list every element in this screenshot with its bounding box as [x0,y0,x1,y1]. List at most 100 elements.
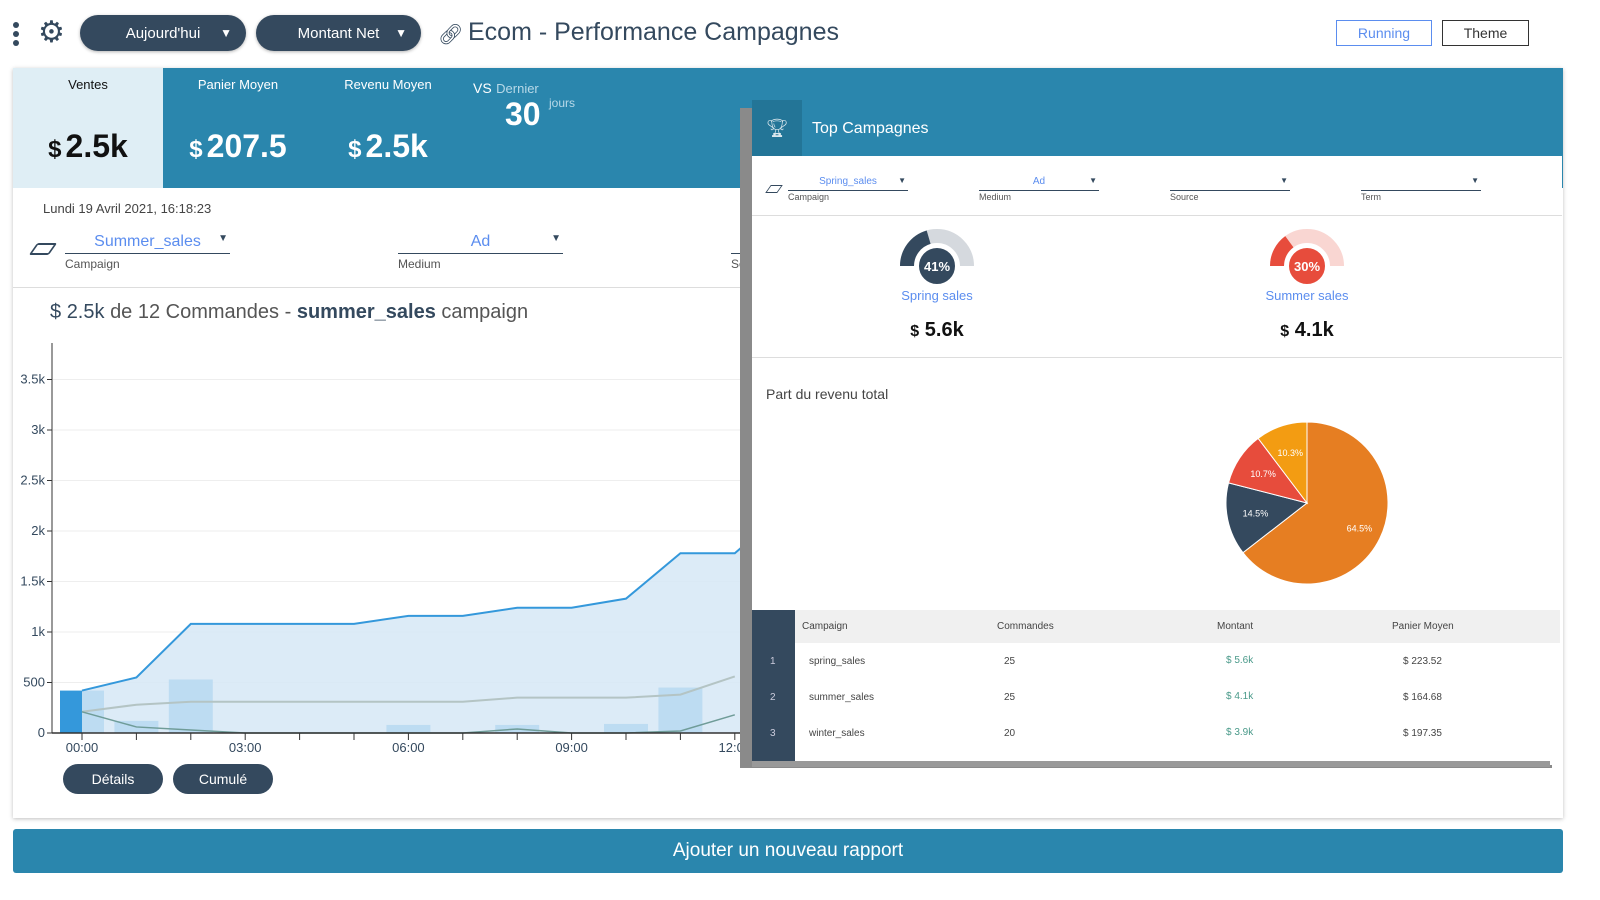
gauge-amount: $ 5.6k [857,319,1017,342]
cumulative-button[interactable]: Cumulé [173,764,273,794]
pie-title: Part du revenu total [766,386,889,402]
theme-button[interactable]: Theme [1442,20,1529,46]
top-term-select[interactable]: ▼ [1361,176,1481,191]
kpi-label: Panier Moyen [197,77,279,92]
filter-label: Term [1361,192,1381,202]
y-tick-label: 2.5k [20,473,45,488]
eraser-icon[interactable] [765,185,783,193]
currency: $ [48,136,62,163]
cell-campaign[interactable]: summer_sales [809,692,874,703]
gauge-campaign-name[interactable]: Spring sales [857,288,1017,303]
trophy-icon: 🏆︎ [752,100,802,156]
campaign-name: summer_sales [296,301,436,323]
kpi-value: 207.5 [206,128,287,164]
pie-label: 14.5% [1243,509,1269,519]
cell-campaign[interactable]: winter_sales [809,728,865,739]
cell-commandes: 25 [1004,692,1016,703]
column-header[interactable]: Montant [1217,621,1253,632]
currency: $ [50,301,62,323]
filter-label: Medium [979,192,1012,202]
select-value: Spring_sales [819,176,877,187]
x-tick-label: 09:00 [555,740,588,755]
add-report-button[interactable]: Ajouter un nouveau rapport [13,829,1563,873]
period-dropdown[interactable]: Aujourd'hui ▼ [80,15,246,51]
chevron-down-icon: ▼ [898,176,906,185]
comparison-period[interactable]: VS Dernier 30 jours [473,80,593,133]
cell-commandes: 25 [1004,656,1016,667]
panel-title: Top Campagnes [812,120,929,137]
kpi-value: 2.5k [65,128,128,164]
currency: $ [189,136,203,163]
period-label: Aujourd'hui [125,24,201,42]
timestamp: Lundi 19 Avril 2021, 16:18:23 [43,201,212,216]
column-header[interactable]: Commandes [997,621,1054,632]
table-index-column [752,610,795,765]
currency: $ [1280,323,1290,340]
gauge-1[interactable]: 30% Summer sales $ 4.1k [1227,228,1387,348]
column-header[interactable]: Panier Moyen [1392,621,1454,632]
orders-text: de 12 Commandes - [110,301,292,323]
select-value: Ad [1032,176,1046,187]
metric-dropdown[interactable]: Montant Net ▼ [256,15,421,51]
medium-select[interactable]: Ad ▼ [398,233,563,254]
divider [752,357,1562,358]
row-index: 1 [770,656,776,667]
y-tick-label: 1.5k [20,574,45,589]
kpi-revenu-moyen[interactable]: Revenu Moyen $2.5k [313,68,463,188]
chevron-down-icon: ▼ [1280,176,1288,185]
chevron-down-icon: ▼ [551,233,561,244]
cell-campaign[interactable]: spring_sales [809,656,865,667]
kpi-ventes[interactable]: Ventes $2.5k [13,68,163,188]
divider [752,215,1562,216]
gauge-percent: 41% [924,259,950,274]
pie-label: 64.5% [1347,524,1373,534]
kpi-panier-moyen[interactable]: Panier Moyen $207.5 [163,68,313,188]
running-button[interactable]: Running [1336,20,1432,46]
column-header[interactable]: Campaign [802,621,848,632]
medium-label: Medium [398,257,441,271]
y-tick-label: 3.5k [20,372,45,387]
row-index: 3 [770,728,776,739]
filter-label: Campaign [788,192,830,202]
dernier-label: Dernier [496,81,539,96]
filter-label: Source [1170,192,1199,202]
cell-panier-moyen: $ 197.35 [1403,728,1442,739]
gear-icon[interactable]: ⚙ [38,18,65,48]
y-tick-label: 500 [23,675,45,690]
link-icon[interactable]: 🔗︎ [438,22,463,47]
details-button[interactable]: Détails [63,764,163,794]
amount-value: 5.6k [924,319,964,341]
campaign-select[interactable]: Summer_sales ▼ [65,233,230,254]
gauge-campaign-name[interactable]: Summer sales [1227,288,1387,303]
x-tick-label: 06:00 [392,740,425,755]
kpi-label: Ventes [68,77,108,92]
kpi-value: 2.5k [365,128,428,164]
kpi-label: Revenu Moyen [344,77,432,92]
currency: $ [348,136,362,163]
divider [13,287,753,288]
select-value: Summer_sales [94,233,201,250]
top-campaigns-panel: 🏆︎ Top Campagnes Spring_sales ▼ Campaign Ad… [752,100,1562,767]
cell-commandes: 20 [1004,728,1016,739]
gauge-0[interactable]: 41% Spring sales $ 5.6k [857,228,1017,348]
cell-panier-moyen: $ 223.52 [1403,656,1442,667]
top-campaign-select[interactable]: Spring_sales ▼ [788,176,908,191]
pie-label: 10.7% [1250,469,1276,479]
jours-label: jours [549,96,576,110]
days-value: 30 [505,96,541,132]
chart-headline: $ 2.5k de 12 Commandes - summer_sales ca… [50,301,528,324]
cell-montant: $ 3.9k [1226,727,1254,738]
y-tick-label: 1k [31,624,45,639]
top-source-select[interactable]: ▼ [1170,176,1290,191]
row-index: 2 [770,692,776,703]
y-tick-label: 0 [38,725,45,740]
page-title: Ecom - Performance Campagnes [468,18,839,46]
horizontal-scrollbar[interactable] [752,761,1550,767]
more-menu-icon[interactable] [12,22,20,46]
y-tick-label: 3k [31,422,45,437]
pie-label: 10.3% [1277,448,1303,458]
chevron-down-icon: ▼ [218,233,228,244]
top-medium-select[interactable]: Ad ▼ [979,176,1099,191]
gauge-amount: $ 4.1k [1227,319,1387,342]
vs-label: VS [473,80,492,96]
